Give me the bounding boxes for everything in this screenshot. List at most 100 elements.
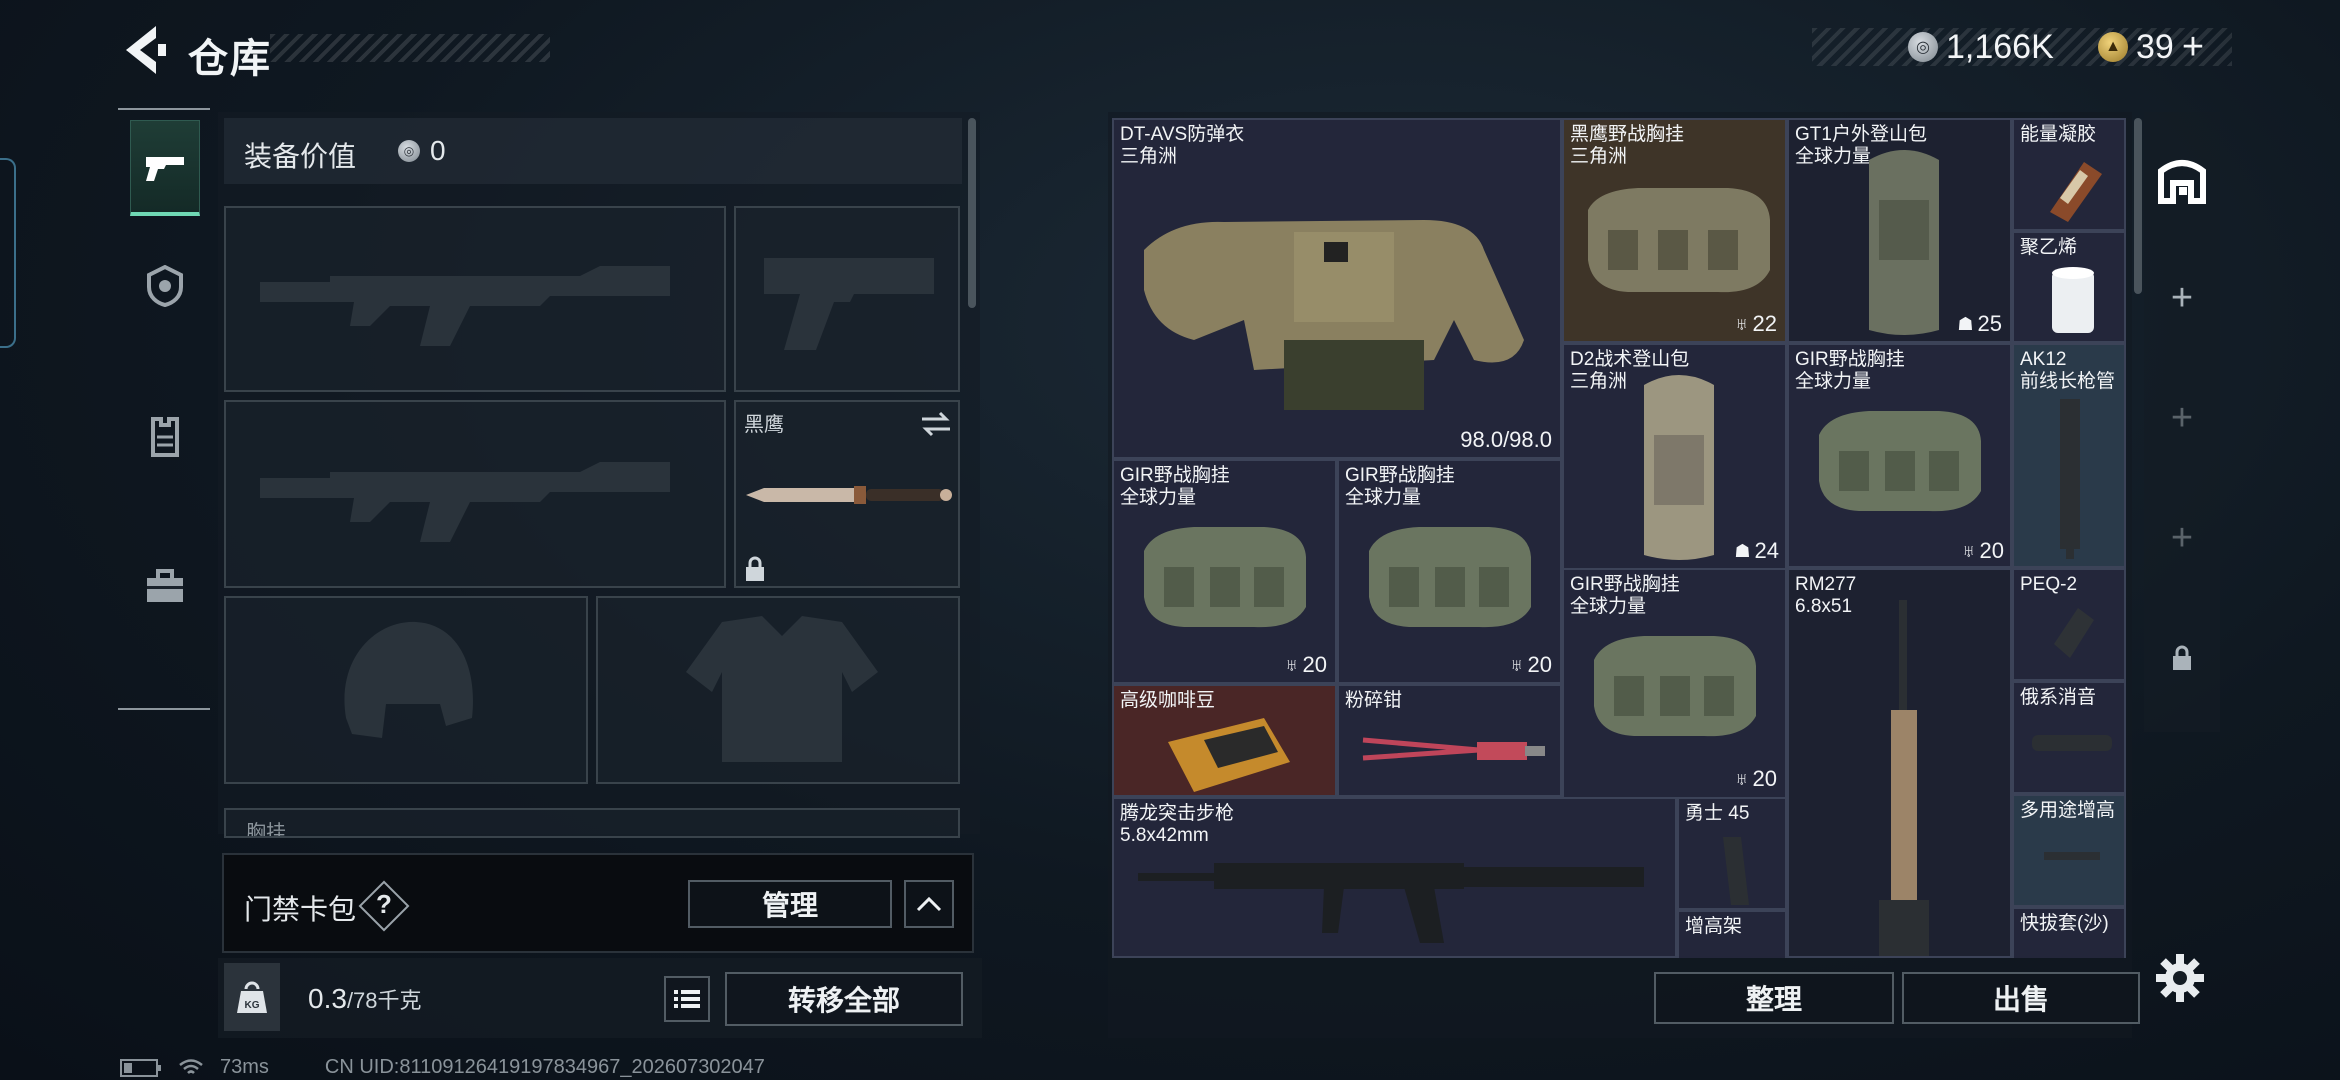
category-tab-case[interactable] <box>130 538 200 634</box>
kettlebell-icon: KG <box>237 981 267 1013</box>
stash-item-ak12-barrel[interactable]: AK12 前线长枪管 <box>2012 343 2126 568</box>
stash-item-energy-gel[interactable]: 能量凝胶 <box>2012 118 2126 231</box>
silver-coin-icon: ◎ <box>1908 32 1938 62</box>
chest-rig-label: 胸挂 <box>246 822 286 838</box>
armor-silhouette-icon <box>686 616 878 762</box>
item-name: GIR野战胸挂 <box>1795 349 1905 370</box>
side-drawer-tab[interactable] <box>0 158 16 348</box>
battery-icon <box>120 1058 161 1077</box>
barrel-image <box>2060 399 2080 559</box>
sidearm-slot[interactable] <box>734 206 960 392</box>
item-name: 粉碎钳 <box>1345 690 1403 711</box>
primary-weapon-slot[interactable] <box>224 206 726 392</box>
item-label: GIR野战胸挂 全球力量 <box>1570 574 1680 618</box>
kg-text: KG <box>245 1000 260 1011</box>
stash-item-crusher-pliers[interactable]: 粉碎钳 <box>1337 684 1562 797</box>
briefcase-icon <box>147 569 183 602</box>
stash-item-russian-suppressor[interactable]: 俄系消音 <box>2012 681 2126 794</box>
item-name: GIR野战胸挂 <box>1345 465 1455 486</box>
stash-item-dt-avs-armor[interactable]: DT-AVS防弹衣 三角洲 98.0/98.0 <box>1112 118 1562 459</box>
back-button[interactable] <box>118 22 168 78</box>
locked-stash-page[interactable] <box>2150 626 2214 690</box>
collapse-button[interactable] <box>904 880 954 928</box>
item-sub: 全球力量 <box>1345 487 1422 508</box>
add-stash-page-button-disabled[interactable]: + <box>2150 506 2214 570</box>
add-stash-page-button-disabled[interactable]: + <box>2150 386 2214 450</box>
stash-item-gt1-backpack[interactable]: GT1户外登山包 全球力量 ☗ 25 <box>1787 118 2012 343</box>
stash-item-coffee-beans[interactable]: 高级咖啡豆 <box>1112 684 1337 797</box>
stash-item-peq2[interactable]: PEQ-2 <box>2012 568 2126 681</box>
lock-icon <box>746 556 764 581</box>
settings-button[interactable] <box>2154 952 2206 1004</box>
coffee-bag-image <box>1168 718 1290 792</box>
item-sub: 全球力量 <box>1795 371 1872 392</box>
stash-item-tenglong-rifle[interactable]: 腾龙突击步枪 5.8x42mm <box>1112 797 1677 958</box>
transfer-all-button[interactable]: 转移全部 <box>725 972 963 1026</box>
stash-item-rm277-rifle[interactable]: RM277 6.8x51 <box>1787 568 2012 958</box>
helmet-slot[interactable] <box>224 596 588 784</box>
rig-icon: ♅ <box>1735 768 1749 789</box>
gold-coin-icon: ▲ <box>2098 32 2128 62</box>
add-stash-page-button[interactable]: + <box>2150 266 2214 330</box>
item-sub: 三角洲 <box>1570 146 1628 167</box>
silver-coin-icon: ◎ <box>398 140 420 162</box>
stash-item-polyethylene[interactable]: 聚乙烯 <box>2012 231 2126 343</box>
item-label: DT-AVS防弹衣 三角洲 <box>1120 124 1244 168</box>
rifle-silhouette-icon <box>260 462 670 542</box>
item-capacity: ☗ 25 <box>1957 311 2002 337</box>
chest-rig-image <box>1819 411 1981 512</box>
item-capacity-value: 25 <box>1977 311 2002 336</box>
pistol-icon <box>146 156 184 181</box>
item-sub: 前线长枪管 <box>2020 371 2116 392</box>
item-name: 高级咖啡豆 <box>1120 690 1216 711</box>
stash-page-tab-main[interactable] <box>2150 148 2214 212</box>
melee-slot-name: 黑鹰 <box>744 414 784 436</box>
item-label: 黑鹰野战胸挂 三角洲 <box>1570 124 1684 168</box>
secondary-weapon-slot[interactable] <box>224 400 726 588</box>
help-icon[interactable]: ? <box>374 889 394 920</box>
gold-currency[interactable]: ▲ 39 + <box>2098 26 2204 68</box>
stash-item-quick-draw-holster[interactable]: 快拔套(沙) <box>2012 907 2126 958</box>
stash-item-gir-rig[interactable]: GIR野战胸挂 全球力量 ♅ 20 <box>1112 459 1337 684</box>
stash-item-gir-rig[interactable]: GIR野战胸挂 全球力量 ♅ 20 <box>1337 459 1562 684</box>
item-label: AK12 前线长枪管 <box>2020 349 2115 393</box>
equip-value-label: 装备价值 <box>244 141 357 172</box>
item-label: GIR野战胸挂 全球力量 <box>1795 349 1905 393</box>
stash-item-multipurpose-riser[interactable]: 多用途增高 <box>2012 794 2126 907</box>
stash-scrollbar[interactable] <box>2134 118 2142 294</box>
back-arrow-icon <box>126 26 166 74</box>
chest-rig-slot[interactable]: 胸挂 <box>224 808 960 838</box>
armor-vest-image <box>1144 220 1524 410</box>
stash-item-warrior-45-mag[interactable]: 勇士 45 <box>1677 797 1787 910</box>
category-tab-weapons[interactable] <box>130 120 200 216</box>
equip-value-number: 0 <box>430 135 446 166</box>
category-tab-vest[interactable] <box>130 388 200 484</box>
backpack-image <box>1869 150 1939 335</box>
list-view-button[interactable] <box>664 976 710 1022</box>
manage-button[interactable]: 管理 <box>688 880 892 928</box>
stash-item-riser[interactable]: 增高架 <box>1677 910 1787 958</box>
loadout-scrollbar[interactable] <box>968 118 976 308</box>
item-name: 多用途增高 <box>2020 800 2116 821</box>
armor-slot[interactable] <box>596 596 960 784</box>
access-card-bag-label: 门禁卡包 <box>244 894 357 925</box>
melee-slot[interactable]: 黑鹰 <box>734 400 960 588</box>
item-capacity: ♅ 22 <box>1735 311 1777 337</box>
player-uid: CN UID:81109126419197834967_202607302047 <box>324 1056 765 1078</box>
item-capacity-value: 20 <box>1527 652 1552 677</box>
item-name: 快拔套(沙) <box>2020 913 2109 934</box>
sell-button[interactable]: 出售 <box>1902 972 2140 1024</box>
tidy-button[interactable]: 整理 <box>1654 972 1894 1024</box>
item-name: 能量凝胶 <box>2020 124 2097 145</box>
wifi-icon <box>179 1058 203 1074</box>
category-tab-helmet[interactable] <box>130 238 200 334</box>
silver-currency-value: 1,166K <box>1946 27 2054 66</box>
stash-item-gir-rig[interactable]: GIR野战胸挂 全球力量 <box>1787 343 2012 568</box>
list-icon <box>674 990 700 1008</box>
lock-icon <box>2173 645 2191 670</box>
item-durability: 98.0/98.0 <box>1460 427 1552 452</box>
item-label: RM277 6.8x51 <box>1795 574 1856 618</box>
swap-icon[interactable] <box>920 410 952 438</box>
add-currency-button[interactable]: + <box>2182 26 2204 69</box>
stash-item-blackhawk-rig[interactable]: 黑鹰野战胸挂 三角洲 ♅ 22 <box>1562 118 1787 343</box>
